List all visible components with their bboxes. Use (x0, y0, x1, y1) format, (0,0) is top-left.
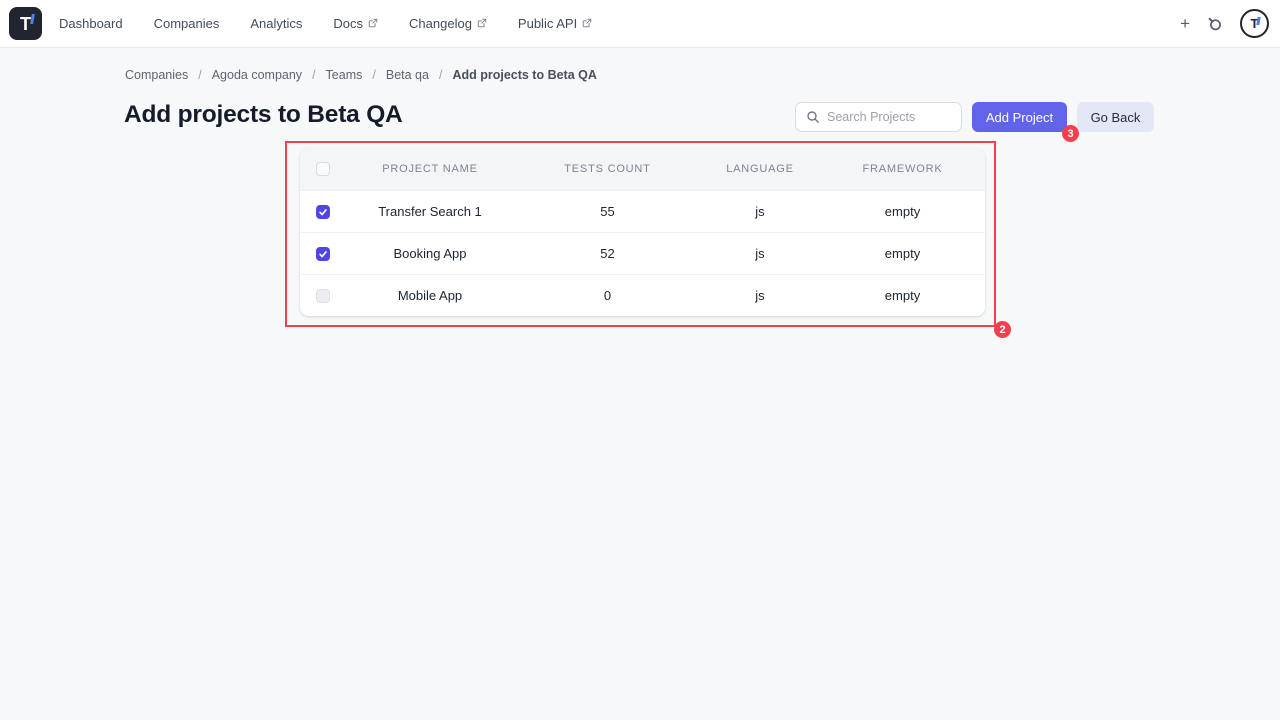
go-back-button[interactable]: Go Back (1077, 102, 1154, 132)
table-header-row: PROJECT NAME TESTS COUNT LANGUAGE FRAMEW… (300, 148, 985, 190)
select-all-checkbox[interactable] (316, 162, 330, 176)
table-row: Mobile App 0 js empty (300, 274, 985, 316)
breadcrumb-separator: / (372, 68, 375, 82)
breadcrumb-item: Add projects to Beta QA (452, 68, 596, 82)
plus-icon[interactable]: + (1180, 15, 1190, 32)
column-header-framework: FRAMEWORK (820, 163, 985, 175)
nav-item[interactable]: Changelog (409, 16, 487, 31)
breadcrumb-separator: / (198, 68, 201, 82)
checkmark-icon (318, 249, 328, 259)
avatar-accent (1256, 17, 1260, 25)
row-checkbox[interactable] (316, 289, 330, 303)
cell-tests-count: 55 (515, 204, 700, 219)
row-checkbox[interactable] (316, 247, 330, 261)
checkmark-icon (318, 207, 328, 217)
nav-item-label: Analytics (250, 16, 302, 31)
cell-project-name: Mobile App (345, 288, 515, 303)
table-row: Booking App 52 js empty (300, 232, 985, 274)
user-avatar[interactable]: T (1240, 9, 1269, 38)
navbar-right: + T (1180, 9, 1280, 38)
nav-links: Dashboard Companies Analytics (59, 16, 592, 31)
page-title: Add projects to Beta QA (124, 101, 403, 129)
cell-framework: empty (820, 204, 985, 219)
cell-tests-count: 0 (515, 288, 700, 303)
nav-item-label: Dashboard (59, 16, 123, 31)
nav-item[interactable]: Public API (518, 16, 592, 31)
cell-framework: empty (820, 288, 985, 303)
breadcrumb-separator: / (439, 68, 442, 82)
breadcrumb-item[interactable]: Beta qa (386, 68, 429, 82)
nav-item-label: Public API (518, 16, 577, 31)
column-header-tests-count: TESTS COUNT (515, 163, 700, 175)
cell-language: js (700, 204, 820, 219)
nav-item-label: Changelog (409, 16, 472, 31)
cell-language: js (700, 288, 820, 303)
table-row: Transfer Search 1 55 js empty (300, 190, 985, 232)
external-link-icon (582, 18, 592, 28)
table-body: Transfer Search 1 55 js empty Booking Ap… (300, 190, 985, 316)
breadcrumb-item[interactable]: Teams (326, 68, 363, 82)
cell-tests-count: 52 (515, 246, 700, 261)
cell-framework: empty (820, 246, 985, 261)
add-project-button[interactable]: Add Project (972, 102, 1067, 132)
cell-project-name: Transfer Search 1 (345, 204, 515, 219)
external-link-icon (368, 18, 378, 28)
breadcrumb-item[interactable]: Companies (125, 68, 188, 82)
nav-item[interactable]: Dashboard (59, 16, 123, 31)
nav-item[interactable]: Companies (154, 16, 220, 31)
spotlight-search-icon[interactable] (1206, 15, 1224, 33)
annotation-badge-2: 2 (994, 321, 1011, 338)
breadcrumb-item[interactable]: Agoda company (212, 68, 302, 82)
breadcrumb: Companies / Agoda company / Teams / Beta qa / Ad… (125, 68, 597, 82)
row-checkbox[interactable] (316, 205, 330, 219)
app-logo[interactable]: T (9, 7, 42, 40)
nav-item-label: Docs (333, 16, 363, 31)
breadcrumb-separator: / (312, 68, 315, 82)
column-header-language: LANGUAGE (700, 163, 820, 175)
search-box (795, 102, 962, 132)
nav-item[interactable]: Docs (333, 16, 378, 31)
cell-project-name: Booking App (345, 246, 515, 261)
nav-item[interactable]: Analytics (250, 16, 302, 31)
projects-table: PROJECT NAME TESTS COUNT LANGUAGE FRAMEW… (300, 148, 985, 316)
cell-language: js (700, 246, 820, 261)
nav-item-label: Companies (154, 16, 220, 31)
logo-accent (30, 14, 35, 24)
navbar: T Dashboard Companies Analytics (0, 0, 1280, 48)
search-input[interactable] (827, 110, 951, 124)
external-link-icon (477, 18, 487, 28)
column-header-project-name: PROJECT NAME (345, 163, 515, 175)
search-icon (806, 110, 820, 124)
